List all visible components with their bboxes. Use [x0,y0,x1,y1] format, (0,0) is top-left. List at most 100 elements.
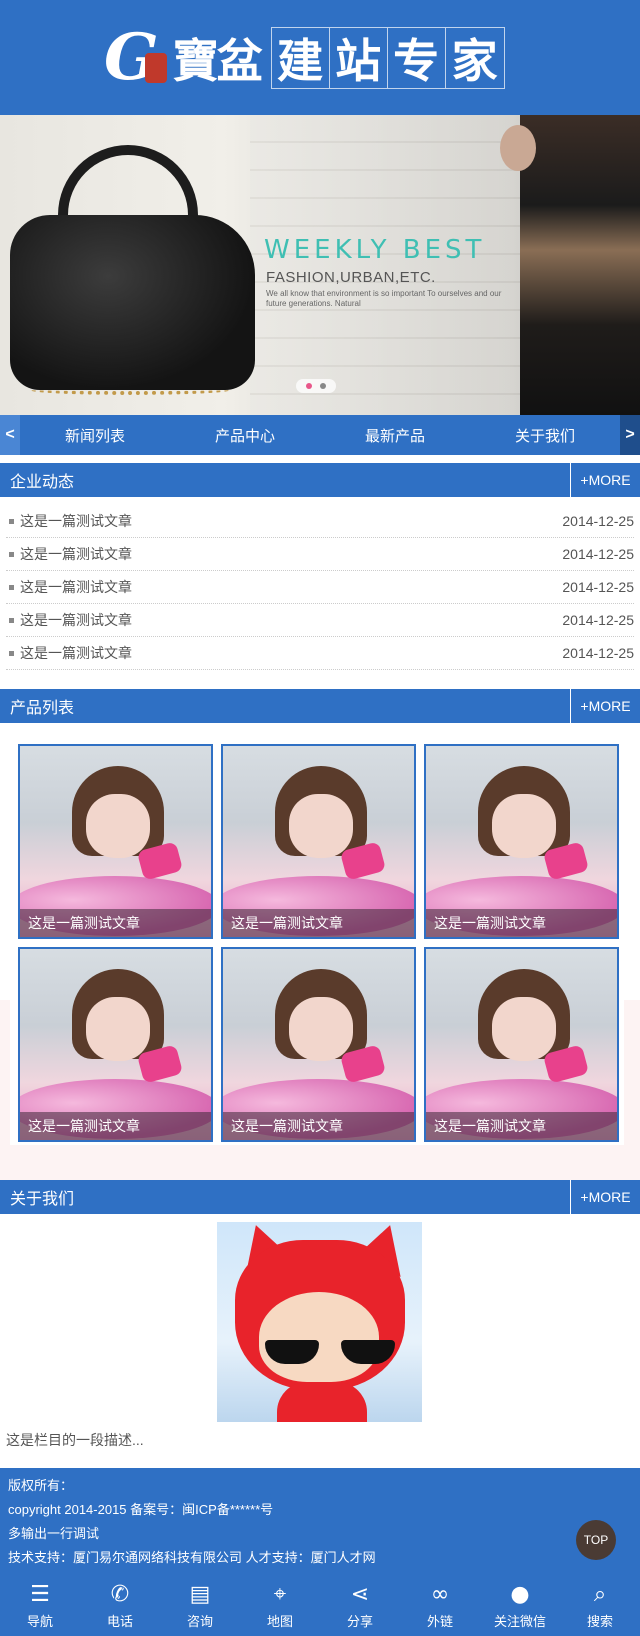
toolbar-label: 电话 [106,1613,133,1629]
about-section-header: 关于我们 +MORE [0,1180,640,1214]
banner-slider[interactable]: WEEKLY BEST FASHION,URBAN,ETC. We all kn… [0,115,640,415]
bullet-icon [9,551,14,557]
toolbar-item-nav[interactable]: ☰ 导航 [0,1576,80,1636]
banner-dot[interactable] [320,383,326,389]
toolbar-item-share[interactable]: ⋖ 分享 [320,1576,400,1636]
fox-body [277,1382,367,1422]
slogan-char: 站 [330,28,388,88]
back-to-top-button[interactable]: TOP [576,1520,616,1560]
nav-item-news[interactable]: 新闻列表 [65,425,125,446]
footer-support[interactable]: 技术支持：厦门易尔通网络科技有限公司 人才支持：厦门人才网 [8,1546,632,1570]
banner-title: WEEKLY BEST [264,235,486,265]
handbag-image [10,215,255,390]
toolbar-label: 咨询 [186,1613,213,1629]
menu-icon: ☰ [30,1581,50,1607]
banner-dot-active[interactable] [306,383,312,389]
product-card[interactable]: 这是一篇测试文章 [221,947,416,1142]
toolbar-label: 外链 [426,1613,453,1629]
share-icon: ⋖ [350,1581,370,1607]
section-title: 产品列表 [10,700,75,717]
about-image[interactable] [217,1222,422,1422]
slogan-char: 建 [272,28,330,88]
logo-brand-text: 寶盆 [172,34,263,88]
product-image-face [492,997,556,1061]
news-title[interactable]: 这是一篇测试文章 [20,544,132,564]
product-caption[interactable]: 这是一篇测试文章 [426,909,617,937]
more-button[interactable]: +MORE [570,463,640,497]
news-date: 2014-12-25 [562,612,634,628]
map-icon: ⌖ [273,1581,287,1607]
toolbar-label: 分享 [346,1613,373,1629]
bullet-icon [9,650,14,656]
footer-copyright: copyright 2014-2015 备案号：闽ICP备******号 [8,1502,274,1517]
product-caption[interactable]: 这是一篇测试文章 [20,909,211,937]
list-item[interactable]: 这是一篇测试文章 2014-12-25 [6,538,634,571]
product-image-face [492,794,556,858]
product-image-face [86,794,150,858]
news-date: 2014-12-25 [562,645,634,661]
toolbar-item-consult[interactable]: ▤ 咨询 [160,1576,240,1636]
product-caption[interactable]: 这是一篇测试文章 [223,1112,414,1140]
news-section-header: 企业动态 +MORE [0,463,640,497]
products-section-header: 产品列表 +MORE [0,689,640,723]
product-card[interactable]: 这是一篇测试文章 [18,947,213,1142]
logo-slogan: 建 站 专 家 [270,27,505,89]
product-card[interactable]: 这是一篇测试文章 [424,744,619,939]
nav-prev-button[interactable]: < [0,415,20,455]
news-title[interactable]: 这是一篇测试文章 [20,577,132,597]
product-caption[interactable]: 这是一篇测试文章 [223,909,414,937]
news-title[interactable]: 这是一篇测试文章 [20,511,132,531]
product-caption[interactable]: 这是一篇测试文章 [20,1112,211,1140]
fox-face [259,1292,379,1382]
nav-item-about[interactable]: 关于我们 [515,425,575,446]
nav-item-new-products[interactable]: 最新产品 [365,425,425,446]
product-caption[interactable]: 这是一篇测试文章 [426,1112,617,1140]
banner-wall-background [250,115,530,415]
bullet-icon [9,617,14,623]
nav-next-button[interactable]: > [620,415,640,455]
nav-items: 新闻列表 产品中心 最新产品 关于我们 [20,425,620,446]
list-item[interactable]: 这是一篇测试文章 2014-12-25 [6,604,634,637]
search-icon: ⌕ [593,1581,607,1607]
product-image-face [289,997,353,1061]
banner-subtitle: FASHION,URBAN,ETC. [266,269,436,286]
site-footer: 版权所有： copyright 2014-2015 备案号：闽ICP备*****… [0,1468,640,1576]
chat-icon: ▤ [189,1581,211,1607]
handbag-chain [30,385,230,395]
news-title[interactable]: 这是一篇测试文章 [20,643,132,663]
model-image [520,115,640,415]
site-logo[interactable]: G 寶盆 建 站 专 家 [104,22,505,94]
phone-icon: ✆ [110,1581,130,1607]
model-head [500,125,536,171]
more-button[interactable]: +MORE [570,1180,640,1214]
list-item[interactable]: 这是一篇测试文章 2014-12-25 [6,571,634,604]
news-list: 这是一篇测试文章 2014-12-25 这是一篇测试文章 2014-12-25 … [6,505,634,670]
news-date: 2014-12-25 [562,579,634,595]
toolbar-label: 关注微信 [493,1613,546,1629]
bullet-icon [9,584,14,590]
list-item[interactable]: 这是一篇测试文章 2014-12-25 [6,637,634,670]
more-button[interactable]: +MORE [570,689,640,723]
wechat-icon: ● [510,1581,530,1607]
logo-seal-icon [144,53,167,83]
banner-text: We all know that environment is so impor… [266,289,502,308]
product-card[interactable]: 这是一篇测试文章 [424,947,619,1142]
nav-item-products[interactable]: 产品中心 [215,425,275,446]
section-title: 关于我们 [10,1191,75,1208]
toolbar-item-link[interactable]: ∞ 外链 [400,1576,480,1636]
bullet-icon [9,518,14,524]
list-item[interactable]: 这是一篇测试文章 2014-12-25 [6,505,634,538]
footer-debug-line: 多输出一行调试 [8,1526,100,1541]
toolbar-label: 地图 [266,1613,293,1629]
about-description: 这是栏目的一段描述... [6,1432,144,1448]
section-title: 企业动态 [10,474,75,491]
product-card[interactable]: 这是一篇测试文章 [18,744,213,939]
product-card[interactable]: 这是一篇测试文章 [221,744,416,939]
toolbar-item-search[interactable]: ⌕ 搜索 [560,1576,640,1636]
category-nav: < 新闻列表 产品中心 最新产品 关于我们 > [0,415,640,455]
toolbar-item-wechat[interactable]: ● 关注微信 [480,1576,560,1636]
news-title[interactable]: 这是一篇测试文章 [20,610,132,630]
toolbar-item-map[interactable]: ⌖ 地图 [240,1576,320,1636]
toolbar-item-phone[interactable]: ✆ 电话 [80,1576,160,1636]
link-icon: ∞ [430,1581,450,1607]
